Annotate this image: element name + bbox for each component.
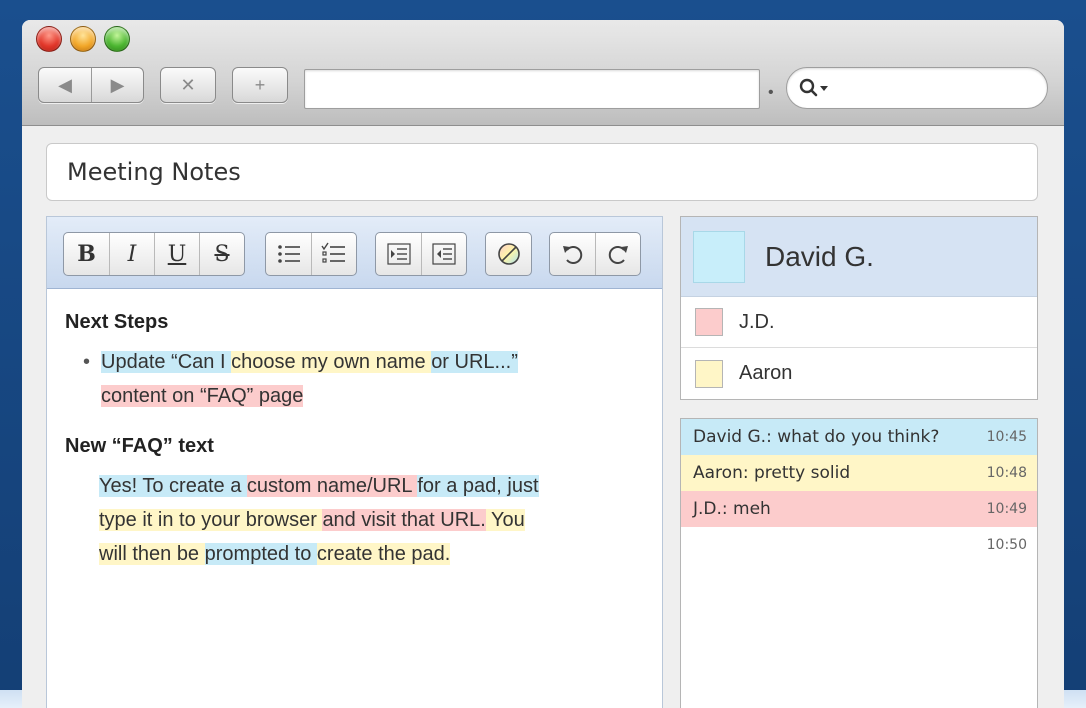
user-color-swatch	[695, 308, 723, 336]
chat-message: J.D.: meh 10:49	[681, 491, 1037, 527]
text-style-group: B I U S	[63, 232, 245, 276]
heading-new-faq: New “FAQ” text	[65, 435, 214, 457]
search-icon	[799, 78, 828, 97]
outdent-icon	[432, 243, 456, 265]
bullet-list-icon	[277, 245, 300, 263]
color-group	[485, 232, 532, 276]
heading-next-steps: Next Steps	[65, 311, 169, 333]
address-bar-dot-icon: •	[768, 84, 774, 101]
pad-content: Meeting Notes B I U S Next Steps • Updat…	[22, 126, 1064, 708]
chat-panel: David G.: what do you think? 10:45 Aaron…	[680, 418, 1038, 708]
bold-button[interactable]: B	[64, 233, 109, 275]
new-tab-button[interactable]: +	[233, 68, 287, 102]
bullet-list-button[interactable]	[266, 233, 311, 275]
italic-button[interactable]: I	[109, 233, 154, 275]
address-bar[interactable]	[304, 69, 760, 109]
authored-span: create the pad.	[316, 543, 451, 565]
indent-group	[375, 232, 467, 276]
minimize-window-button[interactable]	[70, 26, 96, 52]
chat-message: David G.: what do you think? 10:45	[681, 419, 1037, 455]
pad-editor: B I U S Next Steps • Update “Can I choos…	[46, 216, 663, 708]
authored-span: You	[485, 509, 525, 531]
forward-arrow-icon: ▶	[110, 74, 125, 95]
back-arrow-icon: ◀	[58, 74, 72, 95]
list-group	[265, 232, 357, 276]
zoom-window-button[interactable]	[104, 26, 130, 52]
close-window-button[interactable]	[36, 26, 62, 52]
authored-span: will then be	[99, 543, 205, 565]
current-user-row: David G.	[681, 217, 1037, 297]
chat-text: J.D.: meh	[693, 499, 771, 519]
user-color-swatch	[695, 359, 723, 388]
authored-span: for a pad, just	[417, 475, 539, 497]
format-toolbar: B I U S	[47, 217, 662, 289]
chat-time: 10:50	[986, 537, 1027, 553]
stop-group: ✕	[160, 67, 216, 103]
chat-text: Aaron: pretty solid	[693, 463, 851, 483]
history-nav: ◀ ▶	[38, 67, 144, 103]
forward-button[interactable]: ▶	[91, 68, 143, 102]
authored-span: and visit that URL.	[322, 509, 486, 531]
clear-authorship-button[interactable]	[486, 233, 531, 275]
stop-button[interactable]: ✕	[161, 68, 215, 102]
redo-button[interactable]	[595, 233, 640, 275]
undo-button[interactable]	[550, 233, 595, 275]
document-body[interactable]: Next Steps Update “Can I choose my own n…	[47, 289, 662, 585]
users-panel: David G. J.D. Aaron	[680, 216, 1038, 400]
chat-text: David G.: what do you think?	[693, 427, 940, 447]
my-name[interactable]: David G.	[765, 241, 874, 273]
user-name: Aaron	[739, 362, 793, 384]
undo-icon	[562, 246, 582, 264]
pad-title-field[interactable]: Meeting Notes	[46, 143, 1038, 201]
faq-paragraph: Yes! To create a custom name/URL for a p…	[65, 469, 644, 571]
clear-colors-icon	[497, 243, 520, 265]
plus-icon: +	[254, 74, 266, 95]
chat-time: 10:45	[986, 429, 1027, 445]
user-row: Aaron	[681, 348, 1037, 399]
authored-span: prompted to	[204, 543, 317, 565]
authored-span: content on “FAQ” page	[101, 385, 304, 407]
history-group	[549, 232, 641, 276]
redo-icon	[608, 246, 628, 264]
authored-span: type it in to your browser	[99, 509, 323, 531]
back-button[interactable]: ◀	[39, 68, 91, 102]
my-color-swatch[interactable]	[693, 230, 745, 283]
chat-message: 10:50	[681, 527, 1037, 563]
window-controls	[36, 26, 130, 52]
chat-time: 10:49	[986, 501, 1027, 517]
add-group: +	[232, 67, 288, 103]
indent-icon	[386, 243, 411, 265]
authored-span: Yes! To create a	[99, 475, 247, 497]
browser-toolbar: ◀ ▶ ✕ + •	[22, 20, 1064, 126]
checklist-icon	[321, 242, 345, 263]
underline-button[interactable]: U	[154, 233, 199, 275]
authored-span: choose my own name	[231, 351, 432, 373]
indent-button[interactable]	[376, 233, 421, 275]
chat-message: Aaron: pretty solid 10:48	[681, 455, 1037, 491]
user-row: J.D.	[681, 297, 1037, 348]
user-name: J.D.	[739, 310, 775, 333]
search-field[interactable]	[786, 67, 1048, 109]
strikethrough-button[interactable]: S	[199, 233, 244, 275]
browser-window: ◀ ▶ ✕ + • Meeting Notes B I U S Next Ste…	[22, 20, 1064, 708]
authored-span: Update “Can I	[101, 351, 232, 373]
outdent-button[interactable]	[421, 233, 466, 275]
authored-span: or URL...”	[431, 351, 518, 373]
close-icon: ✕	[180, 74, 196, 95]
checklist-button[interactable]	[311, 233, 356, 275]
authored-span: custom name/URL	[246, 475, 418, 497]
chat-time: 10:48	[986, 465, 1027, 481]
bullet-item: Update “Can I choose my own name or URL.…	[65, 345, 644, 413]
